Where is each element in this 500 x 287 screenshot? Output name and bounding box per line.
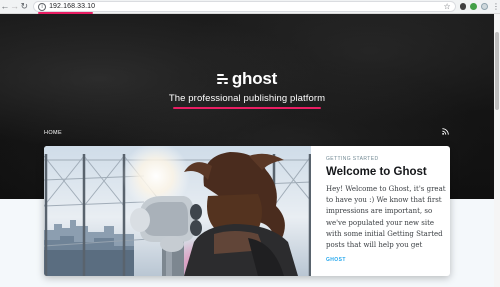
ghost-logo-icon bbox=[216, 74, 228, 84]
tagline-highlight-underline bbox=[173, 107, 321, 109]
post-feature-image[interactable] bbox=[44, 146, 311, 276]
star-icon[interactable]: ☆ bbox=[443, 2, 450, 12]
post-title[interactable]: Welcome to Ghost bbox=[326, 165, 446, 179]
post-card-content[interactable]: GETTING STARTED Welcome to Ghost Hey! We… bbox=[326, 156, 446, 251]
kebab-menu-icon[interactable]: ⋮ bbox=[492, 2, 500, 11]
logo-text: ghost bbox=[231, 69, 278, 88]
forward-button[interactable]: → bbox=[10, 1, 20, 13]
address-bar[interactable]: i 192.168.33.10 ☆ bbox=[33, 1, 456, 14]
featured-post-card[interactable]: GETTING STARTED Welcome to Ghost Hey! We… bbox=[44, 146, 450, 276]
page-scrollbar[interactable] bbox=[494, 14, 500, 287]
rss-icon[interactable] bbox=[442, 128, 449, 135]
scrollbar-thumb[interactable] bbox=[495, 32, 499, 110]
post-tag[interactable]: GETTING STARTED bbox=[326, 156, 446, 162]
back-button[interactable]: ← bbox=[0, 1, 10, 13]
browser-toolbar: ← → ↻ i 192.168.33.10 ☆ ⋮ bbox=[0, 0, 500, 14]
extension-icon[interactable] bbox=[459, 3, 467, 10]
url-text[interactable]: 192.168.33.10 bbox=[49, 3, 95, 10]
site-logo[interactable]: ghost bbox=[0, 70, 494, 88]
reload-button[interactable]: ↻ bbox=[19, 1, 29, 13]
extension-icon[interactable] bbox=[470, 3, 478, 10]
arrow-left-icon: ← bbox=[0, 1, 10, 11]
reload-icon: ↻ bbox=[20, 1, 28, 11]
info-icon[interactable]: i bbox=[38, 2, 47, 11]
post-author[interactable]: GHOST bbox=[326, 257, 346, 263]
post-excerpt[interactable]: Hey! Welcome to Ghost, it's great to hav… bbox=[326, 184, 446, 251]
extension-icon[interactable] bbox=[481, 3, 489, 10]
site-tagline: The professional publishing platform bbox=[168, 93, 326, 104]
nav-home-link[interactable]: HOME bbox=[44, 130, 62, 136]
arrow-right-icon: → bbox=[10, 1, 20, 11]
